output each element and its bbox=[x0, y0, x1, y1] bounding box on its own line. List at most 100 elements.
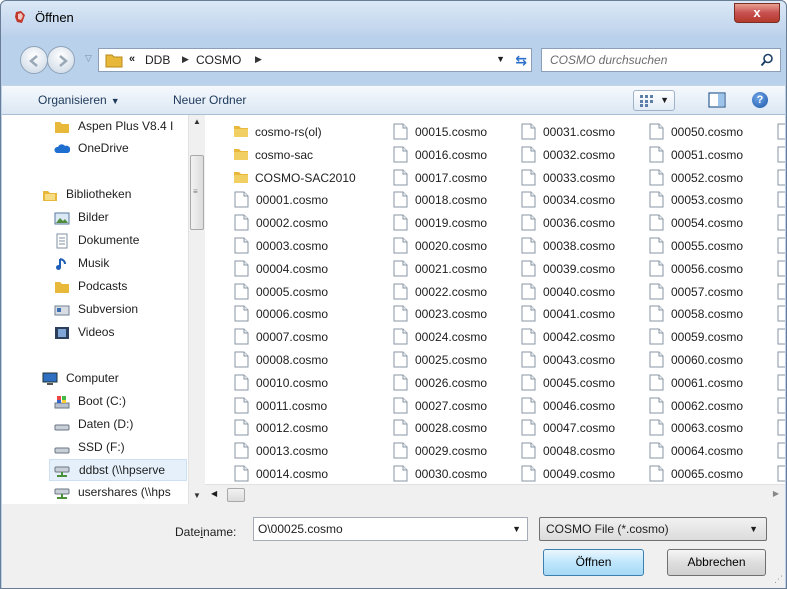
file-name: 00051.cosmo bbox=[671, 147, 744, 162]
file-name: 00060.cosmo bbox=[671, 353, 744, 367]
drive-icon bbox=[54, 424, 70, 431]
filename-label-text: Date bbox=[175, 525, 201, 539]
chevron-down-icon[interactable]: ▼ bbox=[496, 54, 505, 64]
file-name: 00061.cosmo bbox=[671, 375, 744, 390]
file-icon bbox=[649, 305, 664, 322]
file-name: 00020.cosmo bbox=[415, 239, 488, 253]
open-file-dialog: Öffnen x ▽ « DDB ▶ COSMO ▶ ▼ ⇆ COSMO dur… bbox=[0, 0, 787, 589]
file-icon bbox=[649, 191, 664, 208]
sidebar-item-label: ddbst (\\hpserve bbox=[79, 463, 166, 477]
filename-label-text: name: bbox=[203, 525, 237, 539]
forward-button[interactable] bbox=[47, 46, 75, 74]
file-icon bbox=[649, 397, 664, 414]
search-icon[interactable] bbox=[760, 53, 774, 67]
file-name: 00002.cosmo bbox=[256, 216, 329, 231]
file-type-select[interactable]: COSMO File (*.cosmo) ▼ bbox=[539, 517, 767, 541]
scroll-up-icon[interactable]: ▲ bbox=[193, 117, 201, 126]
breadcrumb-separator-icon[interactable]: ▶ bbox=[255, 54, 262, 65]
file-name: 00007.cosmo bbox=[256, 330, 329, 345]
address-bar[interactable]: « DDB ▶ COSMO ▶ ▼ ⇆ bbox=[98, 48, 532, 72]
search-box[interactable] bbox=[541, 48, 781, 72]
recent-locations-chevron-icon[interactable]: ▽ bbox=[85, 53, 92, 64]
new-folder-button[interactable]: Neuer Ordner bbox=[173, 93, 246, 107]
new-folder-label: Neuer Ordner bbox=[173, 93, 247, 107]
file-icon bbox=[393, 146, 408, 163]
breadcrumb-separator-icon[interactable]: ▶ bbox=[182, 54, 189, 65]
file-icon bbox=[521, 237, 536, 254]
file-name: 00053.cosmo bbox=[671, 193, 744, 208]
breadcrumb-ddb[interactable]: DDB bbox=[145, 53, 170, 67]
file-icon bbox=[649, 214, 664, 231]
sidebar-item-label: Podcasts bbox=[78, 279, 128, 293]
file-name: 00041.cosmo bbox=[543, 307, 616, 322]
arrow-right-icon bbox=[59, 55, 68, 67]
refresh-icon[interactable]: ⇆ bbox=[515, 52, 527, 69]
file-name: 00016.cosmo bbox=[415, 147, 488, 162]
file-icon bbox=[521, 191, 536, 208]
organize-button[interactable]: Organisieren ▼ bbox=[38, 93, 120, 107]
scroll-down-icon[interactable]: ▼ bbox=[193, 491, 201, 500]
preview-pane-icon[interactable] bbox=[708, 92, 726, 108]
file-icon bbox=[234, 465, 249, 482]
search-input[interactable] bbox=[548, 52, 748, 68]
file-list-hscrollbar[interactable]: ◀ ▶ bbox=[205, 484, 785, 504]
scroll-right-icon[interactable]: ▶ bbox=[773, 489, 779, 498]
chevron-down-icon[interactable]: ▼ bbox=[512, 524, 521, 534]
file-icon bbox=[393, 283, 408, 300]
file-icon bbox=[521, 374, 536, 391]
close-button[interactable]: x bbox=[734, 3, 780, 23]
file-icon bbox=[649, 419, 664, 436]
sidebar-scrollbar[interactable]: ▲ ≡ ▼ bbox=[188, 115, 205, 504]
scrollbar-grip-icon: ≡ bbox=[193, 187, 198, 196]
file-name: 00004.cosmo bbox=[256, 261, 329, 276]
file-icon bbox=[649, 374, 664, 391]
scroll-left-icon[interactable]: ◀ bbox=[211, 489, 217, 498]
file-name: 00008.cosmo bbox=[256, 353, 329, 367]
file-name: 00028.cosmo bbox=[415, 421, 488, 436]
open-button[interactable]: Öffnen bbox=[543, 549, 644, 576]
file-name: 00052.cosmo bbox=[671, 170, 744, 185]
file-name: 00017.cosmo bbox=[415, 170, 488, 185]
file-name: 00026.cosmo bbox=[415, 375, 488, 390]
window-title: Öffnen bbox=[35, 10, 74, 25]
file-icon bbox=[777, 191, 785, 208]
file-icon bbox=[393, 260, 408, 277]
navigation-pane: Aspen Plus V8.4 I OneDrive Bibliotheken … bbox=[2, 115, 205, 504]
file-icon bbox=[521, 283, 536, 300]
file-icon bbox=[649, 123, 664, 140]
file-name: 00022.cosmo bbox=[415, 284, 488, 299]
file-icon bbox=[521, 214, 536, 231]
file-icon bbox=[234, 351, 249, 368]
file-icon bbox=[521, 328, 536, 345]
file-name: 00011.cosmo bbox=[256, 398, 328, 413]
file-name: 00054.cosmo bbox=[671, 216, 744, 231]
sidebar-item-ddbst[interactable]: ddbst (\\hpserve bbox=[49, 459, 187, 481]
videos-icon bbox=[55, 327, 69, 339]
sidebar-item-label: Aspen Plus V8.4 I bbox=[78, 119, 174, 133]
file-icon bbox=[777, 237, 785, 254]
folder-icon bbox=[105, 54, 123, 68]
file-icon bbox=[777, 351, 785, 368]
file-name: 00057.cosmo bbox=[671, 284, 744, 299]
cloud-icon bbox=[54, 144, 70, 153]
file-name: 00048.cosmo bbox=[543, 444, 616, 459]
file-icon bbox=[649, 328, 664, 345]
filename-value: O\00025.cosmo bbox=[258, 522, 343, 536]
cancel-button[interactable]: Abbrechen bbox=[667, 549, 766, 576]
file-icon bbox=[234, 374, 249, 391]
file-icon bbox=[777, 123, 785, 140]
file-name: 00046.cosmo bbox=[543, 398, 616, 413]
back-button[interactable] bbox=[20, 46, 48, 74]
breadcrumb-cosmo[interactable]: COSMO bbox=[196, 53, 241, 67]
network-drive-icon bbox=[54, 466, 70, 477]
filename-field[interactable]: O\00025.cosmo ▼ bbox=[253, 517, 528, 541]
scrollbar-thumb[interactable] bbox=[227, 488, 245, 502]
file-icon bbox=[234, 442, 249, 459]
file-name: 00040.cosmo bbox=[543, 284, 616, 299]
resize-grip-icon[interactable]: ⋰ bbox=[774, 574, 783, 585]
change-view-button[interactable]: ▼ bbox=[633, 90, 675, 111]
file-icon bbox=[393, 374, 408, 391]
help-button[interactable]: ? bbox=[752, 92, 768, 108]
breadcrumb-overflow[interactable]: « bbox=[129, 53, 135, 65]
file-name: 00014.cosmo bbox=[256, 467, 329, 481]
